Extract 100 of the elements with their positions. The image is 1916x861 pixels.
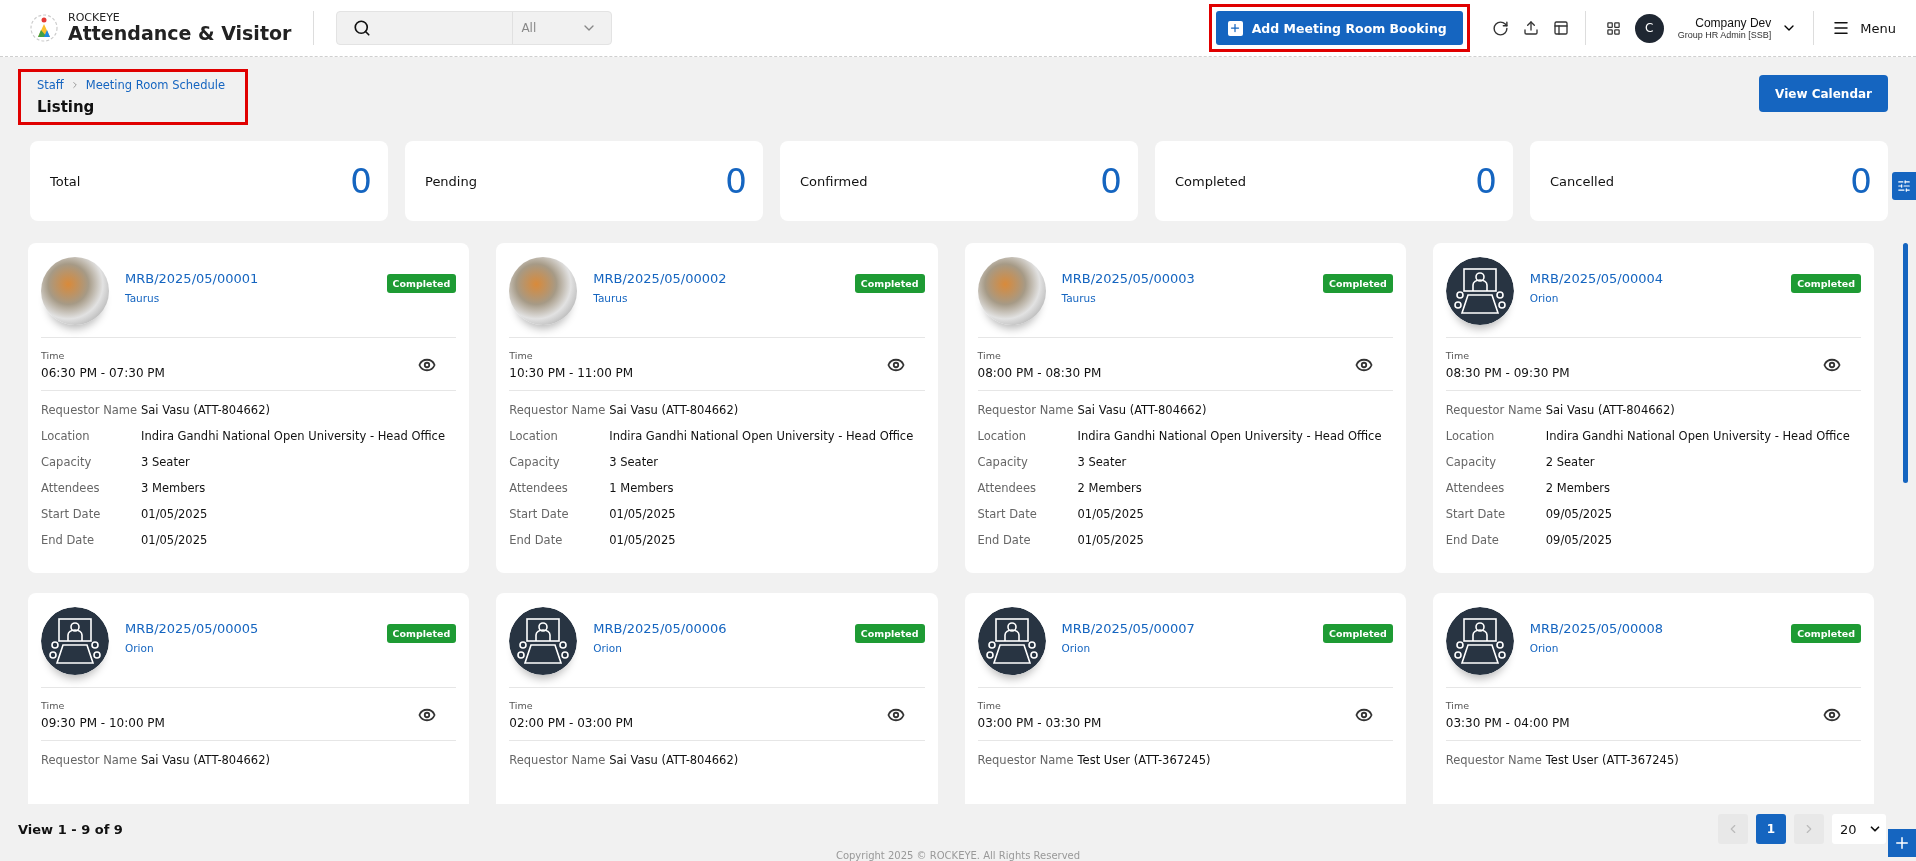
status-badge: Completed	[386, 274, 457, 293]
detail-value: Sai Vasu (ATT-804662)	[1077, 403, 1208, 417]
booking-code-link[interactable]: MRB/2025/05/00004	[1529, 271, 1776, 286]
room-link[interactable]: Orion	[1061, 642, 1308, 654]
detail-value: Sai Vasu (ATT-804662)	[141, 403, 271, 417]
detail-label: Start Date	[1445, 507, 1506, 521]
view-eye-button[interactable]	[1823, 356, 1841, 374]
meeting-room-illustration	[1445, 607, 1514, 675]
booking-code-link[interactable]: MRB/2025/05/00007	[1061, 621, 1308, 636]
detail-label: End Date	[1445, 533, 1500, 547]
detail-value: 3 Members	[141, 481, 207, 495]
filter-settings-button[interactable]	[1892, 172, 1916, 200]
detail-value: 01/05/2025	[1077, 507, 1145, 521]
room-link[interactable]: Taurus	[593, 292, 839, 304]
meeting-room-illustration	[977, 607, 1046, 675]
room-link[interactable]: Orion	[1529, 642, 1776, 654]
detail-label: Start Date	[41, 507, 102, 521]
status-badge: Completed	[1791, 624, 1861, 643]
view-eye-button[interactable]	[418, 356, 437, 374]
booking-code-link[interactable]: MRB/2025/05/00005	[125, 621, 371, 636]
stat-label: Total	[50, 173, 81, 189]
meeting-room-illustration	[41, 607, 109, 675]
page-size-select[interactable]: 20	[1832, 814, 1886, 844]
stat-value: 0	[350, 161, 372, 201]
time-label: Time	[977, 350, 1002, 361]
view-calendar-button[interactable]: View Calendar	[1759, 75, 1888, 112]
scrollbar-thumb[interactable]	[1903, 243, 1908, 483]
time-value: 03:30 PM - 04:00 PM	[1445, 716, 1570, 730]
time-value: 02:00 PM - 03:00 PM	[509, 716, 634, 730]
view-eye-button[interactable]	[418, 706, 437, 724]
meeting-room-illustration	[509, 607, 578, 675]
room-link[interactable]: Orion	[593, 642, 839, 654]
detail-value: Indira Gandhi National Open University - Head Office	[609, 429, 915, 443]
booking-code-link[interactable]: MRB/2025/05/00003	[1061, 271, 1308, 286]
time-label: Time	[1445, 700, 1470, 711]
stat-value: 0	[1475, 161, 1497, 201]
room-link[interactable]: Orion	[1529, 292, 1776, 304]
detail-value: 01/05/2025	[609, 533, 677, 547]
detail-value: Indira Gandhi National Open University - Head Office	[1077, 429, 1383, 443]
time-value: 03:00 PM - 03:30 PM	[977, 716, 1102, 730]
detail-value: 3 Seater	[141, 455, 191, 469]
detail-value: 09/05/2025	[1545, 533, 1614, 547]
detail-value: 2 Seater	[1545, 455, 1596, 469]
photo-placeholder	[41, 257, 109, 325]
brand-name: ROCKEYE	[68, 12, 121, 24]
detail-value: Test User (ATT-367245)	[1545, 753, 1680, 767]
breadcrumb-link[interactable]: Staff	[37, 78, 64, 92]
detail-label: Requestor Name	[41, 753, 139, 767]
refresh-button[interactable]	[1491, 19, 1509, 37]
detail-label: Attendees	[509, 481, 569, 495]
detail-label: Capacity	[977, 455, 1029, 469]
detail-label: Location	[509, 429, 559, 443]
detail-label: End Date	[977, 533, 1032, 547]
room-link[interactable]: Taurus	[1061, 292, 1308, 304]
page-button[interactable]: 1	[1756, 814, 1786, 844]
detail-value: 09/05/2025	[1545, 507, 1614, 521]
add-booking-button[interactable]: Add Meeting Room Booking	[1215, 11, 1463, 45]
layout-button[interactable]	[1552, 20, 1569, 36]
view-eye-button[interactable]	[1354, 706, 1373, 724]
room-link[interactable]: Orion	[125, 642, 371, 654]
upload-button[interactable]	[1522, 20, 1539, 36]
booking-code-link[interactable]: MRB/2025/05/00001	[125, 271, 371, 286]
stat-label: Cancelled	[1550, 173, 1614, 189]
search-icon	[353, 19, 372, 37]
view-eye-button[interactable]	[1354, 356, 1373, 374]
booking-code-link[interactable]: MRB/2025/05/00006	[593, 621, 839, 636]
view-eye-button[interactable]	[886, 356, 905, 374]
booking-code-link[interactable]: MRB/2025/05/00008	[1529, 621, 1776, 636]
detail-label: Requestor Name	[509, 403, 607, 417]
view-eye-button[interactable]	[886, 706, 905, 724]
search-filter-dropdown[interactable]: All	[512, 12, 612, 44]
time-value: 08:30 PM - 09:30 PM	[1445, 366, 1570, 380]
detail-label: Attendees	[41, 481, 101, 495]
booking-code-link[interactable]: MRB/2025/05/00002	[593, 271, 839, 286]
stat-label: Completed	[1175, 173, 1246, 189]
detail-label: Requestor Name	[977, 403, 1075, 417]
view-eye-button[interactable]	[1823, 706, 1841, 724]
detail-value: 2 Members	[1077, 481, 1143, 495]
detail-label: Start Date	[509, 507, 570, 521]
time-label: Time	[509, 350, 534, 361]
status-badge: Completed	[1323, 274, 1393, 293]
detail-value: 01/05/2025	[609, 507, 677, 521]
time-value: 10:30 PM - 11:00 PM	[509, 366, 634, 380]
detail-value: 2 Members	[1545, 481, 1612, 495]
detail-label: Requestor Name	[977, 753, 1075, 767]
status-badge: Completed	[854, 274, 925, 293]
stat-value: 0	[1100, 161, 1122, 201]
copyright-text: Copyright 2025 © ROCKEYE. All Rights Reserved	[835, 850, 1081, 861]
breadcrumb-link[interactable]: Meeting Room Schedule	[85, 78, 226, 92]
status-badge: Completed	[1791, 274, 1861, 293]
detail-value: 1 Members	[609, 481, 675, 495]
user-menu[interactable]: Company Dev Group HR Admin [SSB]	[1677, 16, 1798, 40]
room-link[interactable]: Taurus	[125, 292, 371, 304]
menu-button[interactable]: Menu	[1832, 19, 1896, 37]
search-field[interactable]: All	[336, 11, 613, 45]
detail-value: 3 Seater	[1077, 455, 1128, 469]
add-floating-button[interactable]	[1888, 829, 1916, 857]
photo-placeholder	[977, 257, 1046, 325]
apps-grid-button[interactable]	[1605, 20, 1621, 36]
stat-label: Pending	[425, 173, 477, 189]
